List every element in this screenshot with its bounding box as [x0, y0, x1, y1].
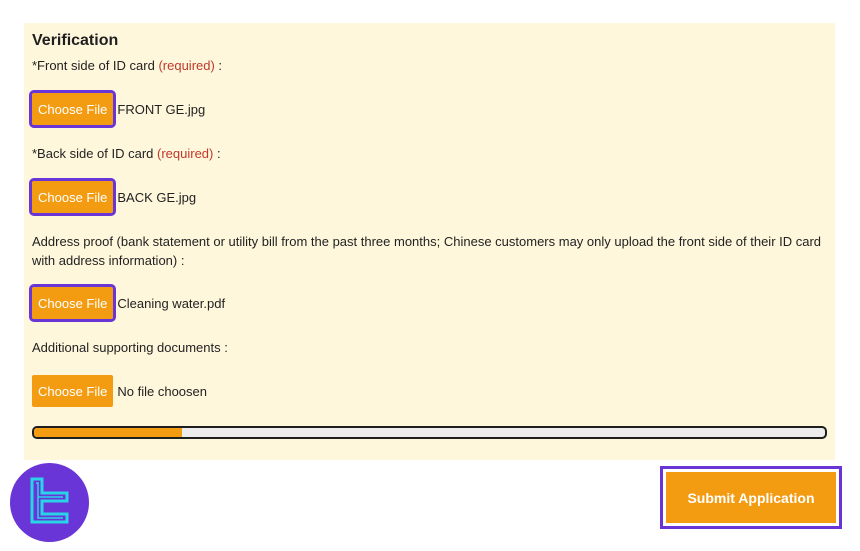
additional-docs-label: Additional supporting documents : [32, 340, 228, 355]
address-proof-label: Address proof (bank statement or utility… [32, 234, 822, 268]
section-title: Verification [32, 32, 119, 49]
brand-logo-graphic [30, 477, 69, 524]
front-id-file-row: Choose File FRONT GE.jpg [28, 90, 206, 128]
back-id-label: *Back side of ID card (required) : [32, 144, 221, 163]
submit-application-button[interactable]: Submit Application [666, 472, 836, 523]
upload-progress-bar [32, 426, 827, 439]
address-proof-choose-file-button[interactable]: Choose File [28, 284, 117, 322]
verification-panel: Verification *Front side of ID card (req… [24, 23, 835, 460]
brand-logo-icon [10, 463, 89, 542]
address-proof-file-row: Choose File Cleaning water.pdf [28, 284, 226, 322]
additional-docs-file-row: Choose File No file choosen [32, 375, 207, 407]
back-id-label-text: *Back side of ID card [32, 146, 154, 161]
front-id-label-suffix: : [214, 58, 223, 73]
front-id-file-name: FRONT GE.jpg [117, 101, 206, 117]
submit-highlight-frame: Submit Application [660, 466, 842, 529]
address-proof-file-name: Cleaning water.pdf [117, 295, 226, 311]
front-id-label-text: *Front side of ID card [32, 58, 155, 73]
back-id-label-suffix: : [213, 146, 221, 161]
back-id-file-row: Choose File BACK GE.jpg [28, 178, 197, 216]
additional-docs-choose-file-button[interactable]: Choose File [32, 375, 114, 407]
back-id-choose-file-button[interactable]: Choose File [28, 178, 117, 216]
front-id-required: (required) [158, 58, 215, 73]
additional-docs-file-name: No file choosen [117, 383, 207, 399]
back-id-required: (required) [157, 146, 214, 161]
back-id-file-name: BACK GE.jpg [117, 189, 197, 205]
front-id-label: *Front side of ID card (required) : [32, 56, 222, 75]
front-id-choose-file-button[interactable]: Choose File [28, 90, 117, 128]
upload-progress-fill [34, 428, 182, 437]
